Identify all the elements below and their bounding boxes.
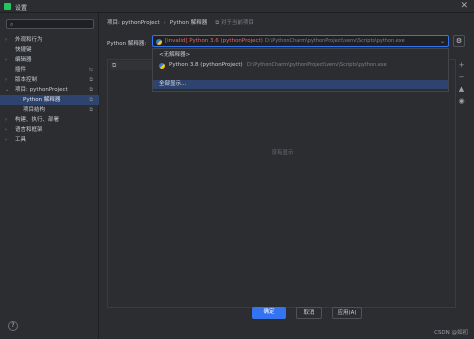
sidebar-item-project-structure[interactable]: 项目结构 ⧉	[0, 105, 99, 115]
settings-nav: › 外观和行为 快捷键 › 编辑器 插件 ⇆ › 版本控制 ⧉ ⌄ 项目: py…	[0, 35, 99, 145]
interpreter-label: Python 解释器:	[107, 41, 147, 47]
interpreter-selected-path: D:\PythonCharm\pythonProject\venv\Script…	[265, 38, 405, 44]
project-scope-icon: ⧉	[89, 107, 93, 113]
chevron-right-icon: ›	[5, 57, 7, 63]
eye-icon[interactable]: ◉	[457, 97, 466, 106]
sidebar-item-python-interpreter[interactable]: Python 解释器 ⧉	[0, 95, 99, 105]
settings-search-input[interactable]: ⌕	[6, 19, 94, 29]
sidebar-item-label: 插件	[15, 67, 27, 73]
sidebar-item-label: 项目: pythonProject	[15, 87, 68, 93]
sidebar-item-languages[interactable]: › 语言和框架	[0, 125, 99, 135]
breadcrumb: 项目: pythonProject › Python 解释器 ⧉ 对于当前项目	[107, 18, 254, 27]
python-icon	[159, 62, 165, 69]
breadcrumb-project: 项目: pythonProject	[107, 20, 160, 26]
watermark: CSDN @如初	[434, 330, 468, 336]
packages-header	[110, 61, 154, 70]
sidebar-item-label: 外观和行为	[15, 37, 43, 43]
close-icon[interactable]: ✕	[460, 1, 468, 11]
apply-button[interactable]: 应用(A)	[332, 307, 362, 319]
sidebar-item-label: 版本控制	[15, 77, 38, 83]
chevron-down-icon: ⌄	[5, 87, 10, 93]
title-bar: 设置 ✕	[0, 0, 474, 13]
empty-text: 没有显示	[271, 150, 294, 156]
window-title: 设置	[15, 5, 28, 12]
settings-content: 项目: pythonProject › Python 解释器 ⧉ 对于当前项目 Pyt…	[100, 13, 474, 339]
help-button[interactable]: ?	[8, 321, 18, 331]
upgrade-icon[interactable]: ▲	[457, 85, 466, 94]
sidebar-item-label: 构建、执行、部署	[15, 117, 60, 123]
project-scope-icon: ⧉	[89, 97, 93, 103]
interpreter-dropdown: <无解释器> Python 3.8 (pythonProject) D:\Pyt…	[152, 48, 449, 92]
sidebar-item-label: 编辑器	[15, 57, 32, 63]
sidebar-item-plugins[interactable]: 插件 ⇆	[0, 65, 99, 75]
dropdown-item-label: 全部显示...	[159, 81, 187, 87]
translate-icon: ⇆	[88, 67, 93, 73]
chevron-right-icon: ›	[5, 117, 7, 123]
chevron-right-icon: ›	[5, 77, 7, 83]
cancel-button[interactable]: 取消	[296, 307, 322, 319]
project-scope-icon: ⧉	[89, 87, 93, 93]
chevron-down-icon: ⌄	[439, 38, 445, 45]
settings-sidebar: ⌕ › 外观和行为 快捷键 › 编辑器 插件 ⇆ › 版本控制 ⧉ ⌄ 项目: …	[0, 13, 99, 339]
sidebar-item-label: 语言和框架	[15, 127, 43, 133]
sidebar-item-keymap[interactable]: 快捷键	[0, 45, 99, 55]
chevron-right-icon: ›	[5, 127, 7, 133]
scope-note: ⧉ 对于当前项目	[215, 20, 254, 26]
breadcrumb-page: Python 解释器	[169, 20, 208, 26]
sidebar-item-tools[interactable]: › 工具	[0, 135, 99, 145]
gear-icon[interactable]: ⚙	[453, 35, 465, 47]
interpreter-selected-name: [invalid] Python 3.6 (pythonProject)	[165, 38, 263, 44]
dropdown-item-show-all[interactable]: 全部显示...	[153, 80, 448, 89]
dropdown-item-label: Python 3.8 (pythonProject)	[169, 62, 243, 68]
add-icon[interactable]: +	[457, 61, 466, 70]
sidebar-item-appearance[interactable]: › 外观和行为	[0, 35, 99, 45]
ok-button[interactable]: 确定	[252, 307, 286, 319]
breadcrumb-separator: ›	[163, 20, 166, 26]
chevron-right-icon: ›	[5, 37, 7, 43]
dropdown-item-label: <无解释器>	[159, 52, 191, 58]
chevron-right-icon: ›	[5, 137, 7, 143]
pycharm-logo-icon	[4, 3, 11, 10]
remove-icon[interactable]: −	[457, 73, 466, 82]
sidebar-item-label: 项目结构	[23, 107, 46, 113]
sidebar-item-label: Python 解释器	[23, 97, 61, 103]
packages-table: ⧉ 没有显示	[107, 59, 456, 308]
dropdown-item-no-interpreter[interactable]: <无解释器>	[153, 51, 448, 60]
sidebar-item-label: 工具	[15, 137, 27, 143]
sidebar-item-project[interactable]: ⌄ 项目: pythonProject ⧉	[0, 85, 99, 95]
search-icon: ⌕	[10, 21, 14, 28]
package-tab-icon[interactable]: ⧉	[112, 62, 116, 70]
interpreter-select[interactable]: [invalid] Python 3.6 (pythonProject) D:\…	[152, 35, 449, 47]
python-icon	[156, 39, 162, 45]
project-scope-icon: ⧉	[89, 77, 93, 83]
sidebar-item-version-control[interactable]: › 版本控制 ⧉	[0, 75, 99, 85]
sidebar-item-label: 快捷键	[15, 47, 32, 53]
dropdown-item-python38[interactable]: Python 3.8 (pythonProject) D:\PythonChar…	[153, 61, 448, 70]
dropdown-item-path: D:\PythonCharm\pythonProject\venv\Script…	[247, 62, 387, 68]
sidebar-item-build[interactable]: › 构建、执行、部署	[0, 115, 99, 125]
sidebar-item-editor[interactable]: › 编辑器	[0, 55, 99, 65]
